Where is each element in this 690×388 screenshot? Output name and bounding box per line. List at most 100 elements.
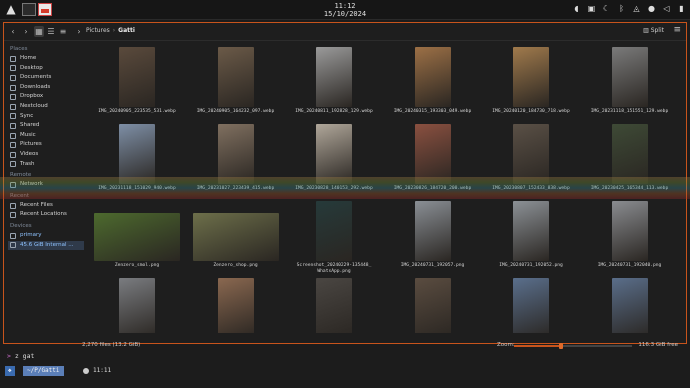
home-icon xyxy=(10,55,16,62)
file-item[interactable]: IMG_20240905_164232_097.webp xyxy=(187,45,285,121)
sidebar-item-videos[interactable]: Videos xyxy=(8,150,84,160)
tmux-logo-icon: ❖ xyxy=(5,366,15,376)
primary-icon xyxy=(10,232,16,239)
file-name: IMG_20240905_164232_097.webp xyxy=(196,109,275,114)
thumbnail-image xyxy=(217,47,254,107)
file-item[interactable]: Zenzero_smol.png xyxy=(88,199,186,275)
network-icon xyxy=(10,181,16,188)
sidebar-item-recent-locations[interactable]: Recent Locations xyxy=(8,210,84,220)
file-item[interactable]: IMG_20240120_184730_718.webp xyxy=(482,45,580,121)
file-item[interactable]: IMG_20231118_151551_129.webp xyxy=(581,45,679,121)
top-panel: ▲ 11:12 15/10/2024 ◖ ▣ ☾ ᛒ ◬ ● ◁ ▮ xyxy=(0,0,690,20)
file-item[interactable] xyxy=(581,276,679,333)
file-name: IMG_20240811_192828_129.webp xyxy=(295,109,373,114)
battery-icon[interactable]: ▮ xyxy=(677,4,686,16)
thumbnail-image xyxy=(414,47,451,107)
sidebar-item-label: Dropbox xyxy=(20,93,44,100)
sidebar-item-nextcloud[interactable]: Nextcloud xyxy=(8,102,84,112)
breadcrumb-gatti[interactable]: Gatti xyxy=(118,27,135,34)
file-item[interactable] xyxy=(285,276,383,333)
split-label: Split xyxy=(650,27,664,34)
split-button[interactable]: ▥ Split xyxy=(643,27,664,34)
breadcrumb-pictures[interactable]: Pictures xyxy=(86,27,110,34)
sidebar-item-home[interactable]: Home xyxy=(8,54,84,64)
file-item[interactable]: IMG_20231118_151029_940.webp xyxy=(88,122,186,198)
details-view-icon[interactable]: ≡ xyxy=(58,26,68,37)
remote-heading: Remote xyxy=(10,172,32,179)
sidebar-item-desktop[interactable]: Desktop xyxy=(8,64,84,74)
breadcrumb-chevron-icon[interactable]: › xyxy=(74,26,84,37)
file-item[interactable] xyxy=(187,276,285,333)
sidebar-item-label: Shared xyxy=(20,122,40,129)
network-icon[interactable]: ◬ xyxy=(632,4,641,16)
terminal-command: z gat xyxy=(14,352,35,360)
sidebar-item-network[interactable]: Network xyxy=(8,180,84,190)
breadcrumb-separator-icon: › xyxy=(112,27,116,34)
file-item[interactable]: IMG_20231027_223439_415.webp xyxy=(187,122,285,198)
microphone-icon[interactable]: ● xyxy=(647,4,656,16)
sidebar-device-45-6-gib-internal[interactable]: 45.6 GiB Internal ... xyxy=(8,240,84,251)
sidebar-item-sync[interactable]: Sync xyxy=(8,112,84,122)
arch-logo-icon[interactable]: ▲ xyxy=(4,2,18,16)
file-item[interactable]: IMG_20240731_192040.png xyxy=(581,199,679,275)
file-name: IMG_20240731_192057.png xyxy=(400,263,465,268)
bluetooth-icon[interactable]: ᛒ xyxy=(617,4,626,16)
sidebar-item-pictures[interactable]: Pictures xyxy=(8,140,84,150)
nightlight-icon[interactable]: ☾ xyxy=(602,4,611,16)
tmux-time: 11:11 xyxy=(83,366,111,376)
file-item[interactable]: IMG_20230826_184720_200.webp xyxy=(384,122,482,198)
sidebar-item-downloads[interactable]: Downloads xyxy=(8,83,84,93)
sidebar-device-primary[interactable]: primary xyxy=(8,231,84,241)
speaker-icon[interactable]: ◁ xyxy=(662,4,671,16)
file-item[interactable] xyxy=(482,276,580,333)
file-item[interactable]: IMG_20230828_140153_292.webp xyxy=(285,122,383,198)
sidebar-item-label: Recent Locations xyxy=(20,211,67,218)
forward-icon[interactable]: › xyxy=(21,26,31,37)
file-item[interactable] xyxy=(88,276,186,333)
file-item[interactable]: IMG_20240315_193303_049.webp xyxy=(384,45,482,121)
file-item[interactable]: IMG_20240905_223535_531.webp xyxy=(88,45,186,121)
thumbnail-image xyxy=(217,278,254,333)
back-icon[interactable]: ‹ xyxy=(8,26,18,37)
sidebar-item-documents[interactable]: Documents xyxy=(8,73,84,83)
file-name: Screenshot_20240229-135448_ WhatsApp.png xyxy=(296,263,372,274)
sidebar-item-trash[interactable]: Trash xyxy=(8,160,84,170)
thumbnail-image xyxy=(513,201,549,261)
sidebar-item-label: Recent Files xyxy=(20,201,53,208)
file-item[interactable]: IMG_20240811_192828_129.webp xyxy=(285,45,383,121)
icon-view-icon[interactable]: ▦ xyxy=(34,26,44,37)
workspace-1[interactable] xyxy=(22,3,36,16)
hamburger-menu-icon[interactable]: ≡ xyxy=(673,25,681,35)
file-item[interactable] xyxy=(384,276,482,333)
sidebar-item-shared[interactable]: Shared xyxy=(8,121,84,131)
recent-files-icon xyxy=(10,202,16,209)
file-item[interactable]: Screenshot_20240229-135448_ WhatsApp.png xyxy=(285,199,383,275)
file-item[interactable]: IMG_20230425_165344_113.webp xyxy=(581,122,679,198)
clock[interactable]: 11:12 15/10/2024 xyxy=(300,2,390,18)
sidebar-item-label: Desktop xyxy=(20,64,43,71)
file-name: Zenzero_shop.png xyxy=(213,263,258,268)
file-grid: IMG_20240905_223535_531.webp IMG_20240905… xyxy=(88,43,686,333)
thumbnail-image xyxy=(513,47,549,107)
prompt-symbol: > xyxy=(7,352,11,360)
file-item[interactable]: IMG_20240731_192052.png xyxy=(482,199,580,275)
thumbnail-image xyxy=(316,278,352,333)
file-item[interactable]: IMG_20230807_152433_838.webp xyxy=(482,122,580,198)
sidebar-item-label: Sync xyxy=(20,112,34,119)
sidebar-item-recent-files[interactable]: Recent Files xyxy=(8,201,84,211)
file-item[interactable]: Zenzero_shop.png xyxy=(187,199,285,275)
thumbnail-image xyxy=(119,47,155,107)
thumbnail-image xyxy=(316,124,352,184)
camera-icon[interactable]: ▣ xyxy=(587,4,596,16)
volume-icon[interactable]: ◖ xyxy=(572,4,581,16)
file-item[interactable]: IMG_20240731_192057.png xyxy=(384,199,482,275)
sidebar-item-dropbox[interactable]: Dropbox xyxy=(8,92,84,102)
sidebar-item-label: Network xyxy=(20,181,43,188)
thumbnail-image xyxy=(611,201,648,261)
sidebar-item-music[interactable]: Music xyxy=(8,131,84,141)
compact-view-icon[interactable]: ☰ xyxy=(46,26,56,37)
workspace-2[interactable] xyxy=(38,3,52,16)
thumbnail-image xyxy=(611,124,648,184)
45-6-gib-internal-icon xyxy=(10,242,16,249)
terminal[interactable]: > z gat ❖ ~/P/Gatti 11:11 xyxy=(3,346,687,386)
